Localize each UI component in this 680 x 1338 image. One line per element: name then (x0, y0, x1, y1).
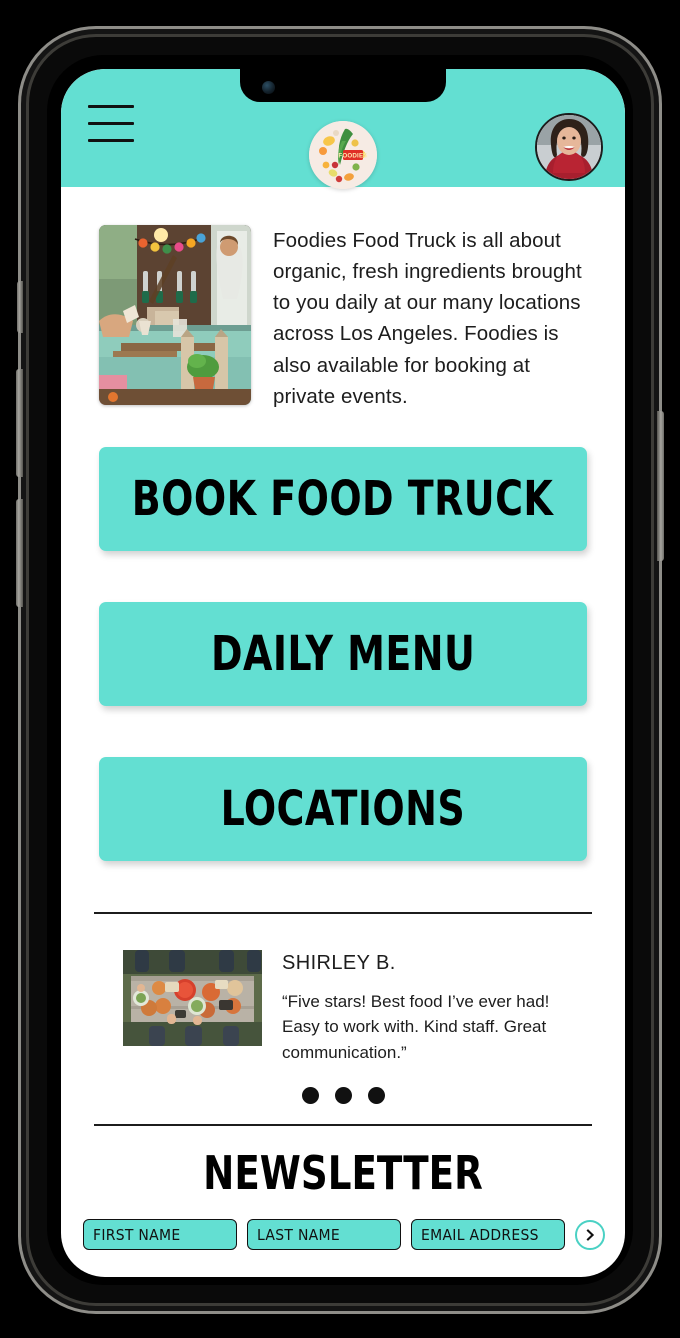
chevron-right-icon (586, 1229, 595, 1241)
newsletter-section: NEWSLETTER (61, 1126, 625, 1251)
volume-down-button[interactable] (16, 499, 23, 607)
first-name-input[interactable] (83, 1219, 237, 1251)
svg-text:FOODIES: FOODIES (338, 152, 367, 159)
power-button[interactable] (657, 411, 664, 561)
testimonial-body: SHIRLEY B. “Five stars! Best food I’ve e… (282, 950, 585, 1066)
front-camera-icon (262, 81, 275, 94)
hamburger-menu-icon[interactable] (88, 105, 134, 145)
user-avatar-icon[interactable] (535, 113, 603, 181)
testimonial-carousel-dots (61, 1065, 625, 1124)
locations-label: LOCATIONS (220, 780, 466, 837)
volume-up-button[interactable] (16, 369, 23, 477)
carousel-dot-1[interactable] (301, 1087, 319, 1105)
testimonial-quote: “Five stars! Best food I’ve ever had! Ea… (282, 991, 550, 1062)
newsletter-submit-button[interactable] (575, 1219, 605, 1250)
testimonial-section: SHIRLEY B. “Five stars! Best food I’ve e… (61, 914, 625, 1066)
foodies-logo-icon[interactable]: FOODIES (309, 121, 377, 189)
newsletter-title: NEWSLETTER (203, 1146, 483, 1201)
mute-switch-button[interactable] (17, 281, 23, 333)
book-food-truck-label: BOOK FOOD TRUCK (132, 470, 554, 527)
email-address-input[interactable] (411, 1219, 565, 1251)
intro-paragraph: Foodies Food Truck is all about organic,… (273, 229, 582, 408)
food-truck-photo (99, 225, 251, 405)
cta-button-group: BOOK FOOD TRUCK DAILY MENU LOCATIONS (61, 412, 625, 861)
phone-screen: FOODIES Foodies Food Truck is all about … (61, 69, 625, 1277)
locations-button[interactable]: LOCATIONS (99, 756, 587, 861)
carousel-dot-2[interactable] (334, 1087, 352, 1105)
phone-frame: FOODIES Foodies Food Truck is all about … (16, 26, 664, 1314)
daily-menu-button[interactable]: DAILY MENU (99, 601, 587, 706)
carousel-dot-3[interactable] (367, 1087, 385, 1105)
table-of-food-photo (123, 949, 262, 1046)
intro-section: Foodies Food Truck is all about organic,… (61, 187, 625, 412)
last-name-input[interactable] (247, 1219, 401, 1251)
daily-menu-label: DAILY MENU (210, 625, 476, 682)
testimonial-author: SHIRLEY B. (282, 951, 396, 974)
phone-notch (240, 69, 446, 102)
newsletter-form (61, 1200, 625, 1251)
book-food-truck-button[interactable]: BOOK FOOD TRUCK (99, 446, 587, 551)
